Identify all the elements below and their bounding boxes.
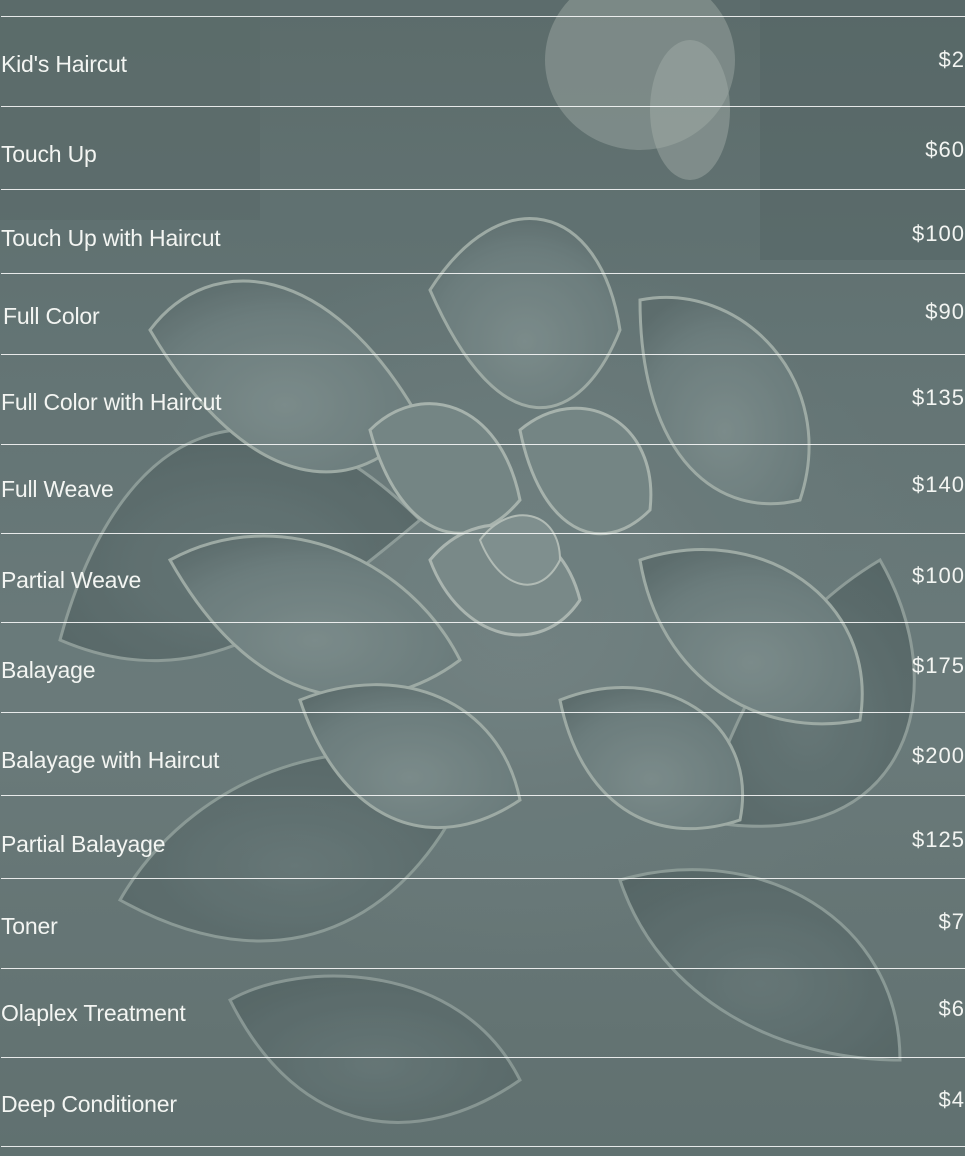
service-row: Partial Balayage $125 [0, 814, 965, 874]
service-price: $100 [912, 221, 965, 246]
service-name: Partial Weave [1, 567, 142, 593]
divider [1, 712, 965, 713]
service-name: Balayage [1, 657, 96, 683]
service-name: Deep Conditioner [1, 1091, 177, 1117]
divider [1, 533, 965, 534]
service-price: $175 [912, 653, 965, 678]
service-price: $135 [912, 385, 965, 410]
divider [1, 106, 965, 107]
divider [1, 968, 965, 969]
service-row: Balayage with Haircut $200 [0, 730, 965, 790]
services-price-list: Kid's Haircut $2 Touch Up $60 Touch Up w… [0, 0, 965, 1156]
divider [1, 354, 965, 355]
service-price: $100 [912, 563, 965, 588]
divider [1, 1057, 965, 1058]
divider [1, 189, 965, 190]
service-row: Full Color with Haircut $135 [0, 372, 965, 432]
service-row: Olaplex Treatment $6 [0, 983, 965, 1043]
service-name: Full Color [3, 303, 100, 329]
service-price: $4 [938, 1087, 965, 1112]
service-name: Touch Up [1, 141, 97, 167]
service-price: $2 [938, 47, 965, 72]
service-row: Balayage $175 [0, 640, 965, 700]
divider [1, 1146, 965, 1147]
divider [1, 16, 965, 17]
service-row: Partial Weave $100 [0, 550, 965, 610]
service-row: Full Weave $140 [0, 459, 965, 519]
divider [1, 795, 965, 796]
service-row: Toner $7 [0, 896, 965, 956]
service-name: Balayage with Haircut [1, 747, 220, 773]
service-name: Full Weave [1, 476, 114, 502]
service-row: Touch Up $60 [0, 124, 965, 184]
service-row: Deep Conditioner $4 [0, 1074, 965, 1134]
service-price: $60 [925, 137, 965, 162]
service-price: $200 [912, 743, 965, 768]
service-price: $125 [912, 827, 965, 852]
divider [1, 622, 965, 623]
service-name: Kid's Haircut [1, 51, 127, 77]
service-name: Full Color with Haircut [1, 389, 222, 415]
service-name: Toner [1, 913, 58, 939]
service-price: $140 [912, 472, 965, 497]
service-row: Kid's Haircut $2 [0, 34, 965, 94]
service-row: Touch Up with Haircut $100 [0, 208, 965, 268]
service-row: Full Color $90 [0, 286, 965, 346]
service-price: $7 [938, 909, 965, 934]
divider [1, 273, 965, 274]
divider [1, 444, 965, 445]
service-name: Partial Balayage [1, 831, 166, 857]
service-price: $6 [938, 996, 965, 1021]
service-name: Touch Up with Haircut [1, 225, 221, 251]
service-name: Olaplex Treatment [1, 1000, 186, 1026]
divider [1, 878, 965, 879]
service-price: $90 [925, 299, 965, 324]
